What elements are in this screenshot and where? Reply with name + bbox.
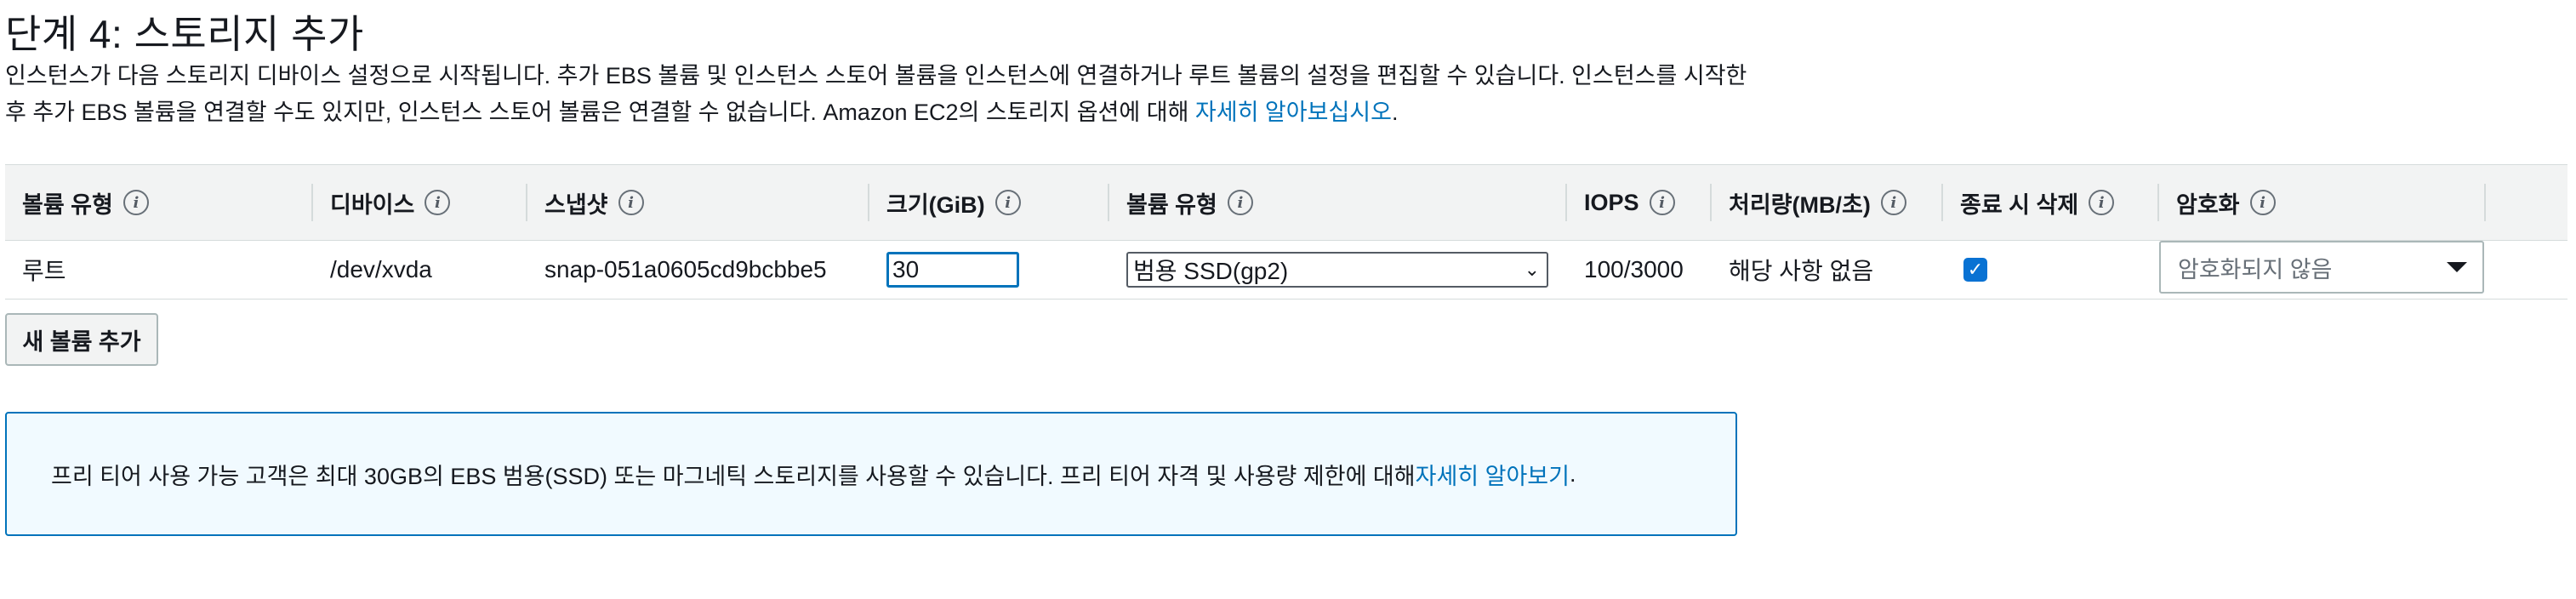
cell-snapshot: snap-051a0605cd9bcbbe5 bbox=[544, 256, 827, 282]
alert-text: 프리 티어 사용 가능 고객은 최대 30GB의 EBS 범용(SSD) 또는 … bbox=[51, 463, 1416, 489]
info-icon[interactable]: i bbox=[1227, 190, 1253, 215]
header-delete-on-termination-label: 종료 시 삭제 bbox=[1960, 191, 2079, 218]
info-icon[interactable]: i bbox=[1649, 190, 1675, 215]
column-divider bbox=[2157, 184, 2159, 221]
column-divider bbox=[1565, 184, 1567, 221]
table-header: 볼륨 유형 i 디바이스 i 스냅샷 i 크기(GiB) i 볼륨 유형 i I… bbox=[5, 164, 2567, 241]
column-divider bbox=[2484, 184, 2486, 221]
header-snapshot-label: 스냅샷 bbox=[544, 191, 608, 218]
page-title: 단계 4: 스토리지 추가 bbox=[5, 12, 364, 56]
storage-table: 볼륨 유형 i 디바이스 i 스냅샷 i 크기(GiB) i 볼륨 유형 i I… bbox=[5, 164, 2567, 300]
description-text: 인스턴스가 다음 스토리지 디바이스 설정으로 시작됩니다. 추가 EBS 볼륨… bbox=[5, 63, 1747, 125]
header-iops-label: IOPS bbox=[1584, 189, 1639, 215]
header-delete-on-termination[interactable]: 종료 시 삭제 i bbox=[1941, 165, 2115, 240]
column-divider bbox=[1941, 184, 1943, 221]
column-divider bbox=[868, 184, 869, 221]
table-row: 루트 /dev/xvda snap-051a0605cd9bcbbe5 범용 S… bbox=[5, 241, 2567, 300]
header-volume-kind-label: 볼륨 유형 bbox=[1126, 191, 1217, 218]
header-size[interactable]: 크기(GiB) i bbox=[868, 165, 1021, 240]
cell-device: /dev/xvda bbox=[330, 256, 432, 282]
cell-delete-on-termination: ✓ bbox=[1963, 241, 1987, 299]
chevron-down-icon: ⌄ bbox=[1524, 259, 1540, 280]
free-tier-alert: 프리 티어 사용 가능 고객은 최대 30GB의 EBS 범용(SSD) 또는 … bbox=[5, 412, 1737, 536]
header-encryption[interactable]: 암호화 i bbox=[2157, 165, 2276, 240]
header-volume-kind[interactable]: 볼륨 유형 i bbox=[1108, 165, 1253, 240]
column-divider bbox=[1710, 184, 1712, 221]
caret-down-icon bbox=[2447, 262, 2467, 272]
size-input[interactable] bbox=[886, 252, 1019, 288]
volume-type-select-value: 범용 SSD(gp2) bbox=[1133, 258, 1289, 284]
info-icon[interactable]: i bbox=[994, 190, 1021, 215]
column-divider bbox=[1108, 184, 1109, 221]
info-icon[interactable]: i bbox=[425, 190, 451, 215]
page-description: 인스턴스가 다음 스토리지 디바이스 설정으로 시작됩니다. 추가 EBS 볼륨… bbox=[5, 58, 1758, 131]
cell-size bbox=[886, 241, 1019, 299]
check-icon: ✓ bbox=[1967, 259, 1984, 280]
column-divider bbox=[526, 184, 527, 221]
delete-on-termination-checkbox[interactable]: ✓ bbox=[1963, 258, 1987, 282]
info-icon[interactable]: i bbox=[1880, 190, 1906, 215]
info-icon[interactable]: i bbox=[618, 190, 644, 215]
header-snapshot[interactable]: 스냅샷 i bbox=[526, 165, 644, 240]
cell-volume-kind: 범용 SSD(gp2) ⌄ bbox=[1126, 241, 1548, 299]
header-encryption-label: 암호화 bbox=[2176, 191, 2240, 218]
alert-learn-more-link[interactable]: 자세히 알아보기 bbox=[1416, 458, 1570, 491]
header-throughput[interactable]: 처리량(MB/초) i bbox=[1710, 165, 1906, 240]
cell-volume-type: 루트 bbox=[22, 258, 66, 284]
description-suffix: . bbox=[1391, 100, 1399, 125]
info-icon[interactable]: i bbox=[2089, 190, 2115, 215]
header-throughput-label: 처리량(MB/초) bbox=[1729, 191, 1871, 218]
description-learn-more-link[interactable]: 자세히 알아보십시오 bbox=[1195, 100, 1392, 125]
encryption-select-value: 암호화되지 않음 bbox=[2178, 256, 2333, 282]
column-divider bbox=[311, 184, 313, 221]
add-volume-button[interactable]: 새 볼륨 추가 bbox=[5, 313, 158, 366]
header-volume-type-label: 볼륨 유형 bbox=[22, 191, 113, 218]
volume-type-select[interactable]: 범용 SSD(gp2) ⌄ bbox=[1126, 252, 1548, 288]
info-icon[interactable]: i bbox=[123, 190, 149, 215]
cell-throughput: 해당 사항 없음 bbox=[1729, 258, 1874, 284]
header-iops[interactable]: IOPS i bbox=[1565, 165, 1675, 240]
alert-suffix: . bbox=[1570, 460, 1576, 487]
header-volume-type[interactable]: 볼륨 유형 i bbox=[22, 165, 149, 240]
info-icon[interactable]: i bbox=[2249, 190, 2276, 215]
header-size-label: 크기(GiB) bbox=[886, 191, 985, 218]
header-device-label: 디바이스 bbox=[330, 191, 415, 218]
encryption-select[interactable]: 암호화되지 않음 bbox=[2159, 241, 2484, 294]
header-device[interactable]: 디바이스 i bbox=[311, 165, 451, 240]
cell-iops: 100/3000 bbox=[1584, 256, 1684, 282]
cell-encryption: 암호화되지 않음 bbox=[2159, 238, 2484, 296]
